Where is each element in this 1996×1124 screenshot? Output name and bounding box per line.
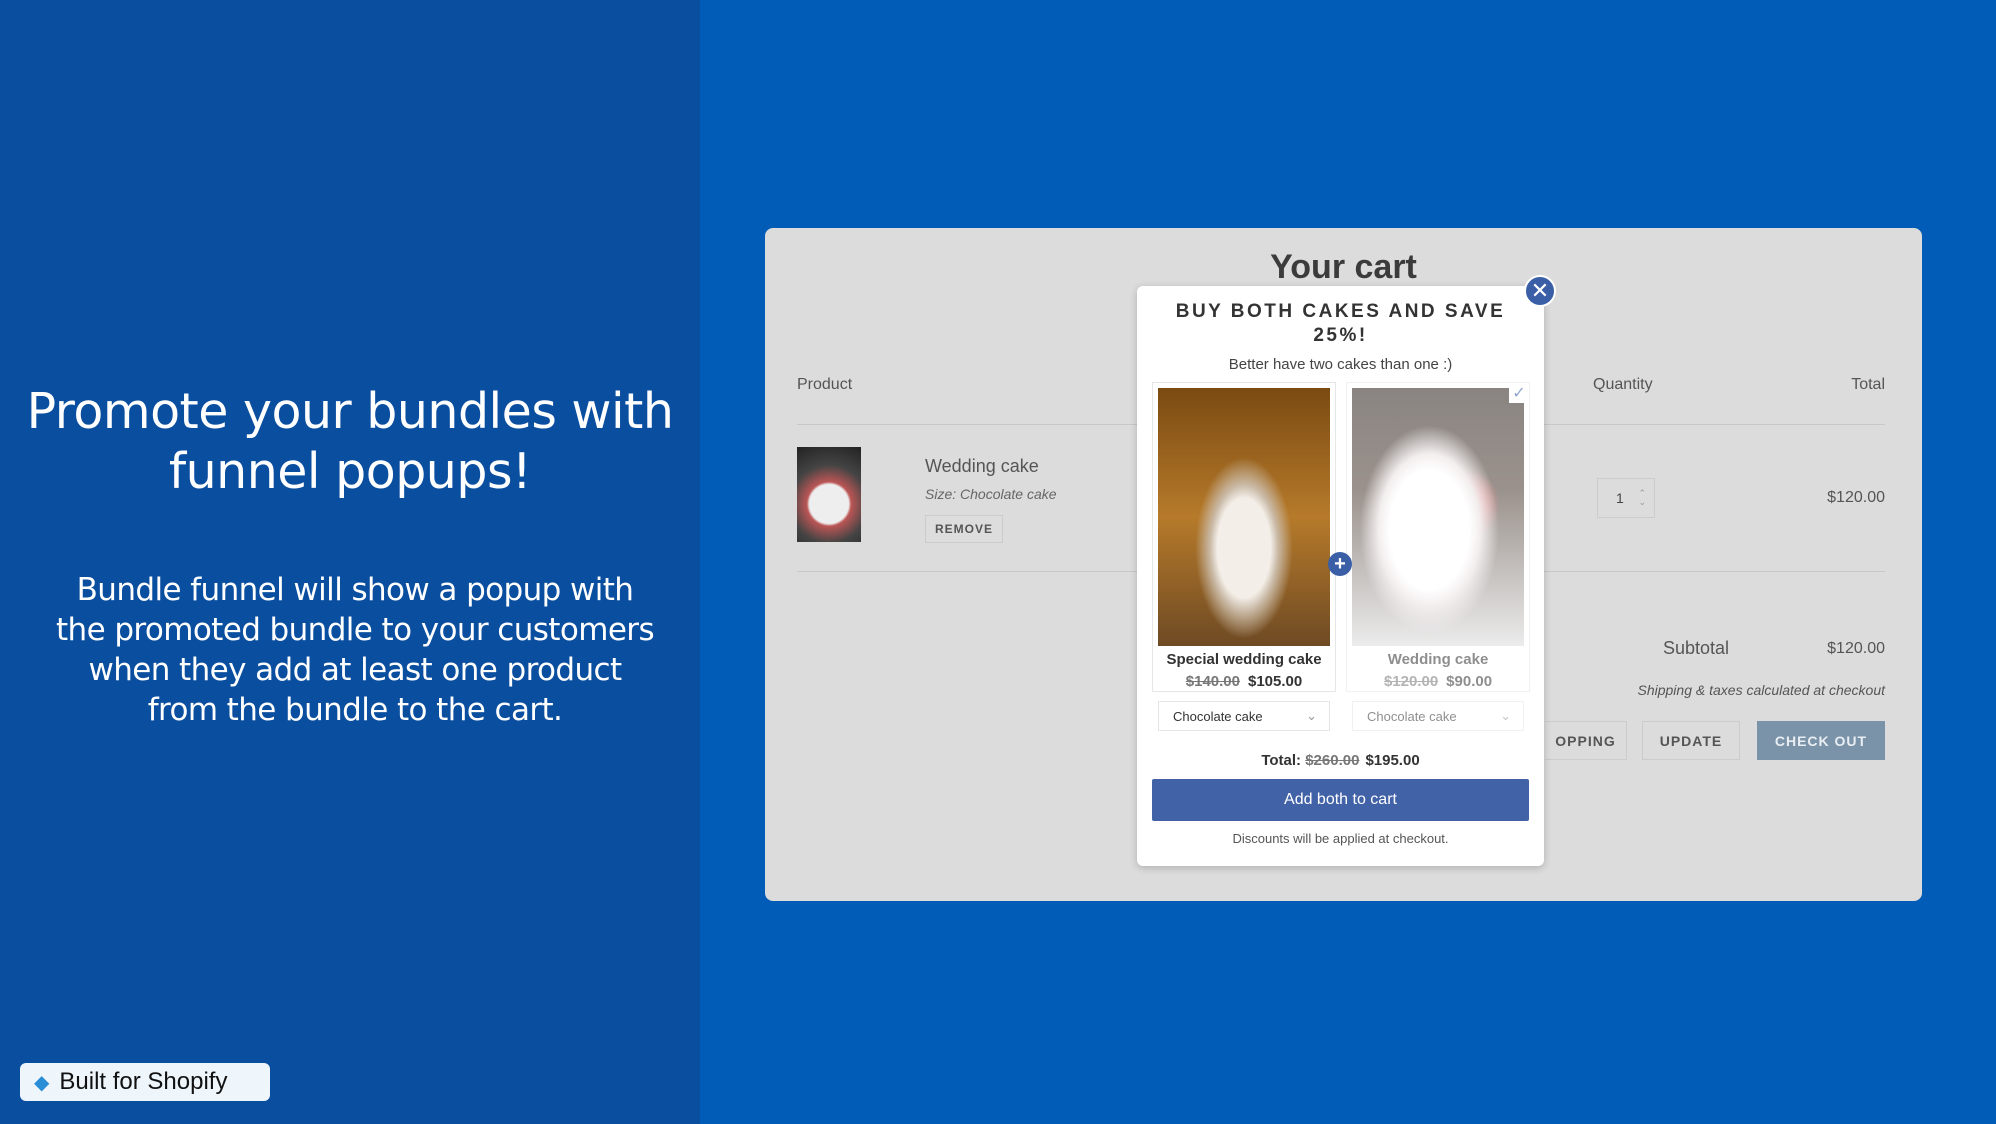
product-name[interactable]: Wedding cake [925,456,1039,477]
old-price: $120.00 [1383,673,1439,690]
bundle-product-card[interactable]: ✓ Wedding cake $120.00 $90.00 Chocolate c… [1346,382,1530,731]
product-thumbnail[interactable] [797,447,861,542]
diamond-icon: ◆ [34,1071,50,1094]
quantity-value: 1 [1616,490,1624,506]
built-for-shopify-badge: ◆ Built for Shopify [20,1063,270,1101]
product-price: $120.00 $90.00 [1347,673,1529,690]
promo-panel: Promote your bundles with funnel popups!… [0,0,700,1124]
product-name: Wedding cake [1387,651,1489,668]
subtotal-value: $120.00 [1827,640,1885,657]
plus-icon: + [1328,552,1352,576]
item-total: $120.00 [1827,489,1885,506]
checkmark-icon[interactable]: ✓ [1509,383,1529,403]
quantity-stepper[interactable]: 1 ⌃ ⌄ [1597,478,1655,518]
promo-body: Bundle funnel will show a popup with the… [55,572,655,728]
variant-select[interactable]: Chocolate cake ⌄ [1158,701,1330,731]
bundle-total: Total: $260.00 $195.00 [1137,752,1544,769]
update-button[interactable]: UPDATE [1642,721,1740,760]
bundle-product-card[interactable]: Special wedding cake $140.00 $105.00 Choc… [1152,382,1336,731]
variant-value: Chocolate cake [1173,708,1263,724]
header-quantity: Quantity [1593,376,1653,393]
new-price: $90.00 [1446,673,1493,690]
cart-title: Your cart [1270,248,1417,286]
add-both-to-cart-button[interactable]: Add both to cart [1152,779,1529,821]
total-price: $195.00 [1365,752,1420,769]
popup-title: BUY BOTH CAKES AND SAVE 25%! [1175,301,1506,346]
popup-subtitle: Better have two cakes than one :) [1228,356,1453,373]
stepper-arrows-icon[interactable]: ⌃ ⌄ [1638,489,1646,507]
product-price: $140.00 $105.00 [1153,673,1335,690]
chevron-down-icon: ⌄ [1500,708,1511,723]
product-name: Special wedding cake [1166,651,1322,668]
header-total: Total [1851,376,1885,393]
total-label: Total: [1261,752,1302,769]
close-icon[interactable]: ✕ [1524,275,1556,307]
chevron-down-icon: ⌄ [1306,708,1317,723]
discount-note: Discounts will be applied at checkout. [1232,831,1449,846]
bundle-popup: BUY BOTH CAKES AND SAVE 25%! Better have… [1137,286,1544,866]
old-price: $140.00 [1185,673,1240,690]
header-product: Product [797,376,853,393]
product-image [1158,388,1330,646]
variant-value: Chocolate cake [1367,708,1457,724]
total-old-price: $260.00 [1305,752,1360,769]
promo-title: Promote your bundles with funnel popups! [26,383,674,500]
new-price: $105.00 [1248,673,1303,690]
badge-label: Built for Shopify [59,1068,228,1095]
product-image [1352,388,1524,646]
product-size: Size: Chocolate cake [925,486,1057,502]
continue-shopping-button[interactable]: OPPING [1545,721,1627,760]
shipping-note: Shipping & taxes calculated at checkout [1637,682,1886,698]
checkout-button[interactable]: CHECK OUT [1757,721,1885,760]
remove-button[interactable]: REMOVE [925,515,1003,543]
variant-select[interactable]: Chocolate cake ⌄ [1352,701,1524,731]
subtotal-label: Subtotal [1662,638,1729,658]
